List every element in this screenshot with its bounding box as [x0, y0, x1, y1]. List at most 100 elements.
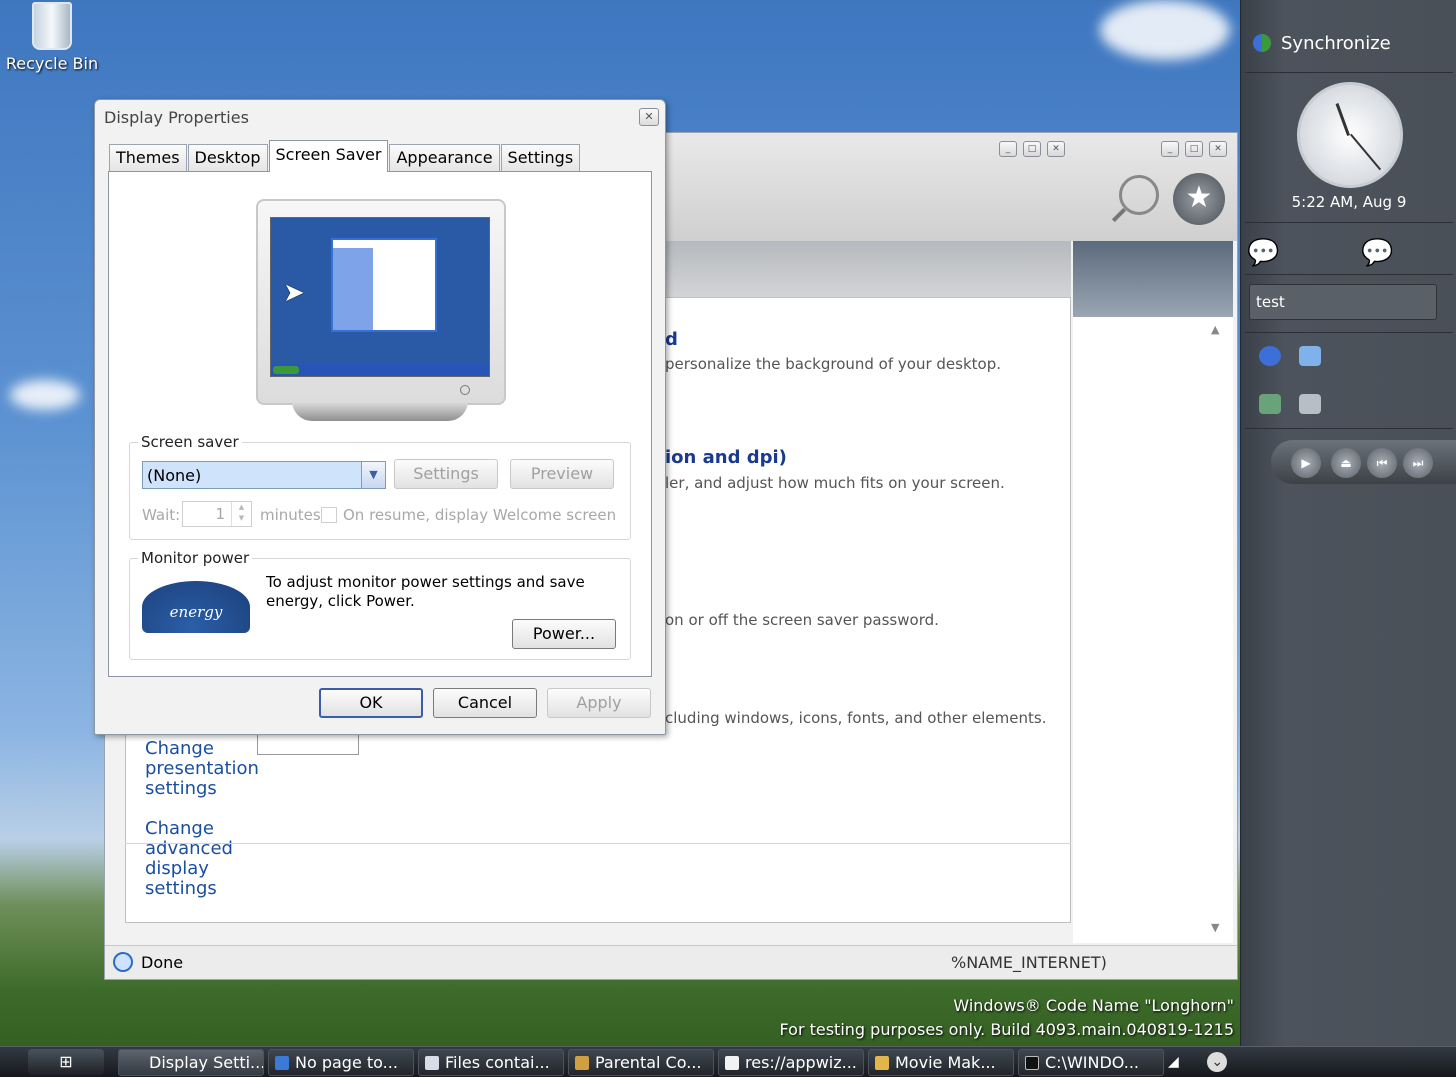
status-zone: %NAME_INTERNET) [951, 953, 1107, 972]
taskbar-item-parental-controls[interactable]: Parental Co... [568, 1049, 714, 1076]
build-watermark-line1: Windows® Code Name "Longhorn" [953, 996, 1234, 1015]
task-heading[interactable]: ion and dpi) [665, 447, 787, 468]
monitor-power-label: Monitor power [138, 549, 253, 567]
folder-icon [875, 1056, 889, 1070]
preview-window [331, 238, 437, 332]
conversation-icon[interactable]: 💬 [1361, 238, 1393, 268]
task-heading[interactable]: d [665, 329, 678, 350]
chevron-down-icon[interactable]: ⌄ [1207, 1052, 1228, 1072]
task-description: cluding windows, icons, fonts, and other… [665, 709, 1047, 727]
close-icon[interactable]: ✕ [639, 108, 659, 126]
preview-taskbar [271, 364, 489, 376]
cursor-icon: ➤ [283, 278, 305, 308]
ie-page-icon [113, 952, 133, 972]
taskbar-item-appwiz[interactable]: res://appwiz... [718, 1049, 864, 1076]
star-icon[interactable]: ★ [1173, 173, 1225, 225]
screen-saver-value: (None) [147, 466, 202, 485]
taskbar-item-label: C:\WINDO... [1045, 1053, 1139, 1072]
monitor-preview: ➤ [256, 199, 506, 405]
contacts-icon[interactable] [1259, 394, 1281, 414]
scroll-up-icon[interactable]: ▲ [1211, 323, 1219, 336]
tab-appearance[interactable]: Appearance [389, 144, 500, 172]
wait-value: 1 [215, 505, 225, 523]
start-button[interactable]: ⊞ [28, 1049, 104, 1075]
screen-saver-dropdown[interactable]: (None) ▼ [142, 461, 386, 489]
synchronize-label: Synchronize [1281, 33, 1391, 54]
monitor-power-group: Monitor power energy To adjust monitor p… [129, 549, 631, 660]
tab-strip: Themes Desktop Screen Saver Appearance S… [109, 140, 581, 172]
taskbar-item-display-settings[interactable]: Display Setti... [118, 1049, 264, 1076]
recycle-bin-icon [32, 2, 72, 50]
preview-thumbnail [257, 733, 359, 755]
settings-button[interactable]: Settings [394, 459, 498, 489]
screen-saver-panel: ➤ Screen saver (None) ▼ Settings Preview… [108, 171, 652, 677]
recycle-bin-desktop-icon[interactable]: Recycle Bin [4, 2, 100, 73]
task-description: on or off the screen saver password. [665, 611, 939, 629]
synchronize-tile[interactable]: Synchronize [1253, 33, 1391, 54]
taskbar-item-label: No page to... [295, 1053, 398, 1072]
close-icon[interactable]: ✕ [1209, 141, 1227, 157]
chat-icon[interactable]: 💬 [1247, 238, 1279, 268]
taskbar-items: Display Setti... No page to... Files con… [118, 1049, 1164, 1076]
scroll-down-icon[interactable]: ▼ [1211, 921, 1219, 934]
status-text: Done [141, 953, 184, 972]
clock-minute-hand [1350, 133, 1382, 171]
preview-button[interactable]: Preview [510, 459, 614, 489]
change-advanced-display-settings-link[interactable]: Change advanced display settings [145, 819, 265, 899]
taskbar-item-command-prompt[interactable]: C:\WINDO... [1018, 1049, 1164, 1076]
maximize-icon[interactable]: □ [1023, 141, 1041, 157]
previous-track-icon[interactable]: ⏮ [1367, 448, 1397, 478]
cloud [10, 380, 80, 410]
taskbar: ⊞ Display Setti... No page to... Files c… [0, 1046, 1456, 1077]
network-icon[interactable]: ◢ [1168, 1054, 1179, 1070]
clock-time: 5:22 AM, Aug 9 [1291, 193, 1407, 211]
document-icon [425, 1056, 439, 1070]
play-icon[interactable]: ▶ [1291, 448, 1321, 478]
globe-icon[interactable] [1259, 346, 1281, 366]
wait-minutes-spinner[interactable]: 1 ▲ ▼ [182, 501, 252, 527]
notes-tile[interactable]: test [1249, 284, 1437, 320]
tab-screen-saver[interactable]: Screen Saver [268, 140, 389, 172]
tab-settings[interactable]: Settings [500, 144, 581, 172]
taskbar-item-label: Movie Mak... [895, 1053, 996, 1072]
maximize-icon[interactable]: □ [1185, 141, 1203, 157]
taskbar-item-label: Parental Co... [595, 1053, 702, 1072]
taskbar-item-label: res://appwiz... [745, 1053, 857, 1072]
taskbar-item-no-page[interactable]: No page to... [268, 1049, 414, 1076]
picture-icon[interactable] [1299, 346, 1321, 366]
divider [1245, 222, 1453, 223]
sidebar: Synchronize 5:22 AM, Aug 9 💬 💬 test ▶ ⏏ … [1240, 0, 1456, 1046]
dialog-title: Display Properties [104, 108, 249, 127]
status-bar: Done %NAME_INTERNET) [105, 945, 1237, 979]
chevron-down-icon[interactable]: ▼ [361, 462, 385, 488]
spinner-arrows-icon[interactable]: ▲ ▼ [231, 502, 251, 526]
minutes-label: minutes [260, 506, 321, 524]
taskbar-item-label: Files contai... [445, 1053, 550, 1072]
tab-desktop[interactable]: Desktop [187, 144, 268, 172]
divider [1245, 72, 1453, 73]
inner-window-buttons: _ □ ✕ [999, 141, 1065, 157]
airplane-icon[interactable] [1299, 394, 1321, 414]
resume-welcome-checkbox[interactable] [321, 507, 337, 523]
cancel-button[interactable]: Cancel [433, 688, 537, 718]
next-track-icon[interactable]: ⏭ [1403, 448, 1433, 478]
minimize-icon[interactable]: _ [999, 141, 1017, 157]
scrollbar[interactable] [1073, 317, 1233, 943]
media-player-tile: ▶ ⏏ ⏮ ⏭ [1271, 440, 1456, 484]
eject-icon[interactable]: ⏏ [1331, 448, 1361, 478]
close-icon[interactable]: ✕ [1047, 141, 1065, 157]
display-properties-dialog[interactable]: Display Properties ✕ Themes Desktop Scre… [94, 99, 666, 735]
clock-icon[interactable] [1297, 82, 1403, 188]
divider [125, 843, 1071, 844]
minimize-icon[interactable]: _ [1161, 141, 1179, 157]
taskbar-item-files[interactable]: Files contai... [418, 1049, 564, 1076]
apply-button[interactable]: Apply [547, 688, 651, 718]
taskbar-item-movie-maker[interactable]: Movie Mak... [868, 1049, 1014, 1076]
ok-button[interactable]: OK [319, 688, 423, 718]
change-presentation-settings-link[interactable]: Change presentation settings [145, 739, 265, 799]
power-button[interactable]: Power... [512, 619, 616, 649]
system-tray: ◢ ⌄ [1168, 1052, 1228, 1072]
cloud [1100, 0, 1230, 60]
task-description: ler, and adjust how much fits on your sc… [665, 474, 1005, 492]
tab-themes[interactable]: Themes [109, 144, 187, 172]
